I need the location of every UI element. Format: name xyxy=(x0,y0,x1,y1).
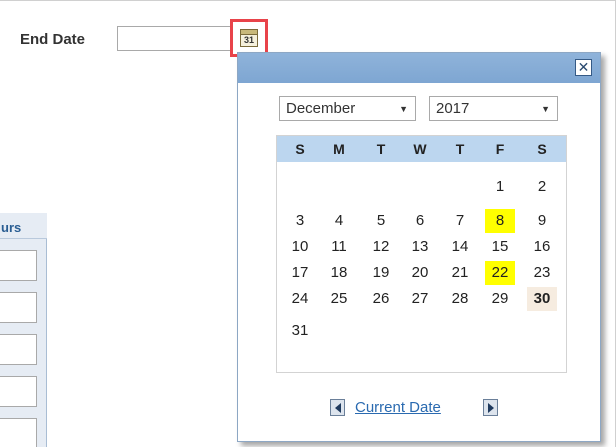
weekday-label: F xyxy=(495,141,505,157)
table-header-label: urs xyxy=(1,220,22,235)
calendar-grid: SMTWTFS 1 2 3 4 5 6 7 8 9 10 11 12 13 14 15 16 17 18 19 20 2… xyxy=(276,135,567,373)
calendar-day[interactable]: 10 xyxy=(285,235,315,259)
table-cell-input[interactable] xyxy=(0,292,37,323)
close-icon[interactable]: ✕ xyxy=(575,59,592,76)
calendar-day[interactable]: 22 xyxy=(485,261,515,285)
calendar-day[interactable]: 2 xyxy=(527,175,557,199)
date-picker-footer: Current Date xyxy=(238,395,600,419)
chevron-down-icon: ▼ xyxy=(399,104,408,114)
calendar-day[interactable]: 1 xyxy=(485,175,515,199)
calendar-day[interactable]: 16 xyxy=(527,235,557,259)
calendar-day[interactable]: 3 xyxy=(285,209,315,233)
right-arrow-icon xyxy=(487,402,494,413)
hours-table: urs xyxy=(0,213,47,447)
calendar-day[interactable]: 21 xyxy=(445,261,475,285)
calendar-day[interactable]: 25 xyxy=(324,287,354,311)
calendar-day[interactable]: 20 xyxy=(405,261,435,285)
calendar-day[interactable]: 5 xyxy=(366,209,396,233)
weekday-label: W xyxy=(413,141,427,157)
calendar-icon: 31 xyxy=(240,29,258,47)
calendar-day[interactable]: 19 xyxy=(366,261,396,285)
calendar-day[interactable]: 6 xyxy=(405,209,435,233)
chevron-down-icon: ▼ xyxy=(541,104,550,114)
table-cell-input[interactable] xyxy=(0,334,37,365)
calendar-day[interactable]: 12 xyxy=(366,235,396,259)
year-select[interactable]: 2017 ▼ xyxy=(429,96,558,121)
calendar-day[interactable]: 29 xyxy=(485,287,515,311)
current-date-link[interactable]: Current Date xyxy=(355,399,441,416)
calendar-day[interactable]: 17 xyxy=(285,261,315,285)
calendar-day[interactable]: 14 xyxy=(445,235,475,259)
date-picker-popup: ✕ December ▼ 2017 ▼ SMTWTFS 1 2 3 4 5 6 7 8 9 10 1… xyxy=(237,52,601,442)
calendar-day[interactable]: 15 xyxy=(485,235,515,259)
calendar-day[interactable]: 11 xyxy=(324,235,354,259)
calendar-day[interactable]: 7 xyxy=(445,209,475,233)
table-cell-input[interactable] xyxy=(0,250,37,281)
calendar-day[interactable]: 13 xyxy=(405,235,435,259)
calendar-icon-number: 31 xyxy=(243,35,254,45)
calendar-day[interactable]: 27 xyxy=(405,287,435,311)
next-month-button[interactable] xyxy=(483,399,498,416)
weekday-header-row: SMTWTFS xyxy=(277,136,566,162)
page-border-top xyxy=(0,0,616,1)
calendar-day[interactable]: 4 xyxy=(324,209,354,233)
month-select-value: December xyxy=(286,100,356,117)
calendar-day[interactable]: 26 xyxy=(366,287,396,311)
end-date-label: End Date xyxy=(20,31,86,48)
calendar-day[interactable]: 30 xyxy=(527,287,557,311)
end-date-input[interactable] xyxy=(117,26,235,51)
calendar-day[interactable]: 9 xyxy=(527,209,557,233)
weekday-label: T xyxy=(376,141,386,157)
weekday-label: S xyxy=(537,141,547,157)
calendar-day[interactable]: 28 xyxy=(445,287,475,311)
table-cell-input[interactable] xyxy=(0,376,37,407)
weekday-label: M xyxy=(333,141,345,157)
calendar-day[interactable]: 18 xyxy=(324,261,354,285)
table-header: urs xyxy=(0,213,47,239)
calendar-day[interactable]: 31 xyxy=(285,319,315,343)
weekday-label: S xyxy=(295,141,305,157)
calendar-day[interactable]: 8 xyxy=(485,209,515,233)
table-cell-input[interactable] xyxy=(0,418,37,447)
weekday-label: T xyxy=(455,141,465,157)
month-select[interactable]: December ▼ xyxy=(279,96,416,121)
date-picker-header: ✕ xyxy=(238,53,600,83)
left-arrow-icon xyxy=(334,402,341,413)
calendar-day[interactable]: 24 xyxy=(285,287,315,311)
year-select-value: 2017 xyxy=(436,100,470,117)
calendar-day[interactable]: 23 xyxy=(527,261,557,285)
previous-month-button[interactable] xyxy=(330,399,345,416)
